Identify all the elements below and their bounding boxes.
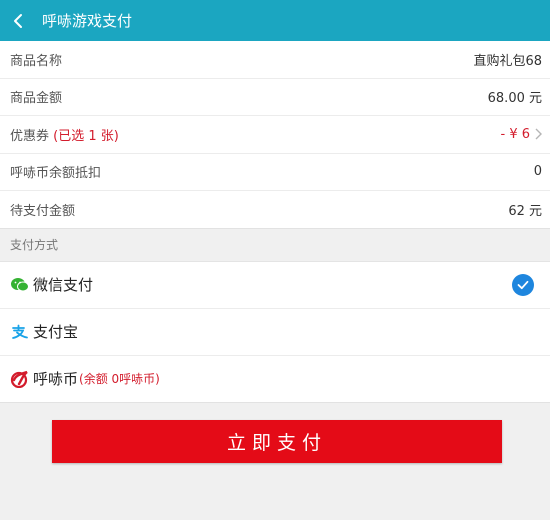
huchi-balance-note: (余额 0呼哧币) bbox=[79, 372, 160, 386]
alipay-icon bbox=[10, 322, 30, 342]
coupon-row[interactable]: 优惠券 (已选 1 张) - ¥ 6 bbox=[0, 116, 550, 154]
payment-method-list: 微信支付 支付宝 呼哧币 (余额 0呼哧币) bbox=[0, 261, 550, 403]
coupon-value: - ¥ 6 bbox=[500, 126, 531, 142]
due-amount-label: 待支付金额 bbox=[10, 203, 76, 219]
huchi-deduction-row: 呼哧币余额抵扣 0 bbox=[0, 154, 550, 191]
payment-label: 微信支付 bbox=[33, 276, 94, 294]
amount-value: 68.00 元 bbox=[487, 91, 542, 107]
coupon-label: 优惠券 bbox=[10, 128, 50, 144]
payment-label: 支付宝 bbox=[33, 323, 79, 341]
payment-option-huchi-coin[interactable]: 呼哧币 (余额 0呼哧币) bbox=[0, 356, 550, 403]
payment-option-wechat[interactable]: 微信支付 bbox=[0, 262, 550, 309]
product-name-label: 商品名称 bbox=[10, 53, 63, 69]
check-icon bbox=[512, 273, 534, 296]
pay-now-button[interactable]: 立即支付 bbox=[52, 420, 502, 463]
huchi-icon bbox=[10, 369, 30, 389]
payment-label: 呼哧币 bbox=[33, 370, 79, 388]
huchi-deduction-label: 呼哧币余额抵扣 bbox=[10, 166, 102, 182]
payment-option-alipay[interactable]: 支付宝 bbox=[0, 309, 550, 356]
product-name-row: 商品名称 直购礼包68 bbox=[0, 41, 550, 79]
product-name-value: 直购礼包68 bbox=[473, 53, 542, 69]
back-button[interactable] bbox=[0, 0, 36, 41]
wechat-icon bbox=[10, 275, 30, 295]
payment-method-header: 支付方式 bbox=[0, 228, 550, 262]
coupon-label-group: 优惠券 (已选 1 张) bbox=[10, 125, 119, 144]
chevron-left-icon bbox=[14, 13, 22, 28]
top-bar: 呼哧游戏支付 bbox=[0, 0, 550, 41]
amount-label: 商品金额 bbox=[10, 91, 63, 107]
huchi-deduction-value: 0 bbox=[533, 164, 542, 180]
due-amount-value: 62 元 bbox=[508, 203, 542, 219]
page-title: 呼哧游戏支付 bbox=[42, 12, 133, 30]
amount-row: 商品金额 68.00 元 bbox=[0, 79, 550, 116]
coupon-selected-count: (已选 1 张) bbox=[53, 128, 119, 144]
due-amount-row: 待支付金额 62 元 bbox=[0, 191, 550, 229]
coupon-value-group: - ¥ 6 bbox=[501, 127, 543, 142]
chevron-right-icon bbox=[535, 128, 542, 140]
order-info: 商品名称 直购礼包68 商品金额 68.00 元 优惠券 (已选 1 张) - … bbox=[0, 41, 550, 229]
